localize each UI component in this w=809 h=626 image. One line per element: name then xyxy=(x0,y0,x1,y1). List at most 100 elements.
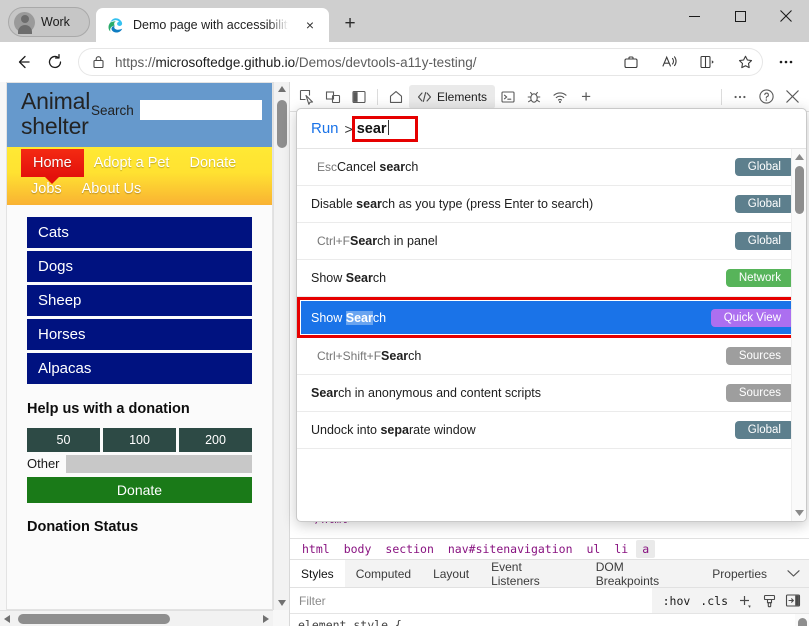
device-toggle-icon[interactable] xyxy=(320,85,346,109)
minimize-icon[interactable] xyxy=(671,0,717,32)
tab-computed[interactable]: Computed xyxy=(345,560,422,587)
command-item-disable-search-as-you-type[interactable]: Disable search as you type (press Enter … xyxy=(297,186,806,223)
amount-button-50[interactable]: 50 xyxy=(27,428,100,452)
list-item[interactable]: Horses xyxy=(27,319,252,350)
list-item[interactable]: Cats xyxy=(27,217,252,248)
scroll-left-arrow-icon[interactable] xyxy=(0,611,14,626)
home-icon[interactable] xyxy=(383,85,409,109)
horizontal-scroll-thumb[interactable] xyxy=(18,614,170,624)
command-item-undock-into-separate-window[interactable]: Undock into separate window Global xyxy=(297,412,806,449)
styles-scrollbar[interactable] xyxy=(795,614,809,626)
breadcrumb-item-li[interactable]: li xyxy=(608,540,634,558)
breadcrumb-item-body[interactable]: body xyxy=(338,540,378,558)
status-badge: Global xyxy=(735,232,794,250)
bug-icon[interactable] xyxy=(521,85,547,109)
css-rule-element-style[interactable]: element.style { xyxy=(290,617,809,626)
breadcrumb-item-nav[interactable]: nav#sitenavigation xyxy=(442,540,579,558)
hover-state-button[interactable]: :hov xyxy=(660,594,694,608)
breadcrumb-item-html[interactable]: html xyxy=(296,540,336,558)
reload-icon[interactable] xyxy=(40,47,70,77)
amount-button-200[interactable]: 200 xyxy=(179,428,252,452)
add-tab-button[interactable]: + xyxy=(573,85,599,109)
profile-button[interactable]: Work xyxy=(8,7,90,37)
close-icon[interactable] xyxy=(763,0,809,32)
breadcrumb-item-section[interactable]: section xyxy=(379,540,439,558)
command-item-show-search-quick-view[interactable]: Show Search Quick View xyxy=(297,297,806,338)
donate-button[interactable]: Donate xyxy=(27,477,252,503)
inspect-element-icon[interactable] xyxy=(294,85,320,109)
command-palette[interactable]: Run > sear Cancel search Esc Global Disa… xyxy=(296,108,807,522)
tab-properties[interactable]: Properties xyxy=(701,560,778,587)
other-amount-input[interactable] xyxy=(66,455,252,473)
edge-icon xyxy=(107,17,124,34)
text-caret xyxy=(388,120,389,135)
class-toggle-button[interactable]: .cls xyxy=(697,594,731,608)
styles-scroll-thumb[interactable] xyxy=(798,618,807,626)
browser-tab[interactable]: Demo page with accessibility issu × xyxy=(96,8,329,42)
command-item-cancel-search[interactable]: Cancel search Esc Global xyxy=(297,149,806,186)
list-item[interactable]: Dogs xyxy=(27,251,252,282)
donation-status-heading: Donation Status xyxy=(27,519,252,535)
new-tab-button[interactable]: + xyxy=(335,9,365,39)
list-item[interactable]: Sheep xyxy=(27,285,252,316)
command-item-search-anonymous-content-scripts[interactable]: Search in anonymous and content scripts … xyxy=(297,375,806,412)
scroll-right-arrow-icon[interactable] xyxy=(259,611,273,626)
tab-elements-label: Elements xyxy=(437,90,487,104)
chevron-down-icon[interactable] xyxy=(778,560,809,587)
vertical-scroll-thumb[interactable] xyxy=(277,100,287,148)
palette-scroll-thumb[interactable] xyxy=(795,166,804,214)
address-bar[interactable]: https://microsoftedge.github.io/Demos/de… xyxy=(78,48,763,76)
help-icon[interactable] xyxy=(753,85,779,109)
star-icon[interactable] xyxy=(731,49,759,75)
more-options-icon[interactable] xyxy=(727,85,753,109)
close-icon[interactable]: × xyxy=(299,14,321,36)
breadcrumb-item-ul[interactable]: ul xyxy=(581,540,607,558)
status-badge: Network xyxy=(726,269,794,287)
ellipsis-icon[interactable] xyxy=(771,47,801,77)
css-rules-list[interactable]: element.style { } #sitenavigation a { st… xyxy=(290,614,809,626)
command-item-search-in-panel[interactable]: Search in panel Ctrl+F Global xyxy=(297,223,806,260)
page-vertical-scrollbar[interactable] xyxy=(273,82,289,610)
status-badge: Global xyxy=(735,158,794,176)
breadcrumb-item-a[interactable]: a xyxy=(636,540,655,558)
filter-input[interactable]: Filter xyxy=(290,588,652,613)
collections-icon[interactable] xyxy=(617,49,645,75)
breadcrumb[interactable]: html body section nav#sitenavigation ul … xyxy=(290,538,809,560)
maximize-icon[interactable] xyxy=(717,0,763,32)
command-item-search-sources[interactable]: Search Ctrl+Shift+F Sources xyxy=(297,338,806,375)
wifi-icon[interactable] xyxy=(547,85,573,109)
scroll-down-arrow-icon[interactable] xyxy=(792,507,806,519)
tab-elements[interactable]: Elements xyxy=(409,85,495,109)
paintbrush-icon[interactable] xyxy=(759,591,779,611)
scroll-down-arrow-icon[interactable] xyxy=(274,596,290,610)
back-arrow-icon[interactable] xyxy=(8,47,38,77)
nav-link-home[interactable]: Home xyxy=(21,149,84,177)
console-icon[interactable] xyxy=(495,85,521,109)
command-palette-input[interactable]: sear xyxy=(352,116,418,142)
command-item-show-search-network[interactable]: Show Search Network xyxy=(297,260,806,297)
nav-link-adopt-a-pet[interactable]: Adopt a Pet xyxy=(84,151,180,175)
tab-styles[interactable]: Styles xyxy=(290,560,345,587)
scroll-up-arrow-icon[interactable] xyxy=(792,151,806,163)
command-palette-results[interactable]: Cancel search Esc Global Disable search … xyxy=(297,149,806,521)
page-horizontal-scrollbar[interactable] xyxy=(0,610,273,626)
tab-event-listeners[interactable]: Event Listeners xyxy=(480,560,585,587)
list-item[interactable]: Alpacas xyxy=(27,353,252,384)
new-style-rule-icon[interactable] xyxy=(735,591,755,611)
command-palette-scrollbar[interactable] xyxy=(791,149,806,521)
sidebar-toggle-icon[interactable] xyxy=(783,591,803,611)
nav-link-about-us[interactable]: About Us xyxy=(72,177,152,201)
tab-title: Demo page with accessibility issu xyxy=(133,18,290,32)
tab-dom-breakpoints[interactable]: DOM Breakpoints xyxy=(585,560,702,587)
search-input[interactable] xyxy=(140,100,262,120)
amount-button-100[interactable]: 100 xyxy=(103,428,176,452)
tab-layout[interactable]: Layout xyxy=(422,560,480,587)
immersive-reader-icon[interactable] xyxy=(693,49,721,75)
scroll-up-arrow-icon[interactable] xyxy=(274,82,290,96)
command-item-label: Show Search xyxy=(311,271,716,285)
site-title: Animal shelter xyxy=(21,89,95,139)
close-devtools-icon[interactable] xyxy=(779,85,805,109)
nav-link-donate[interactable]: Donate xyxy=(179,151,246,175)
read-aloud-icon[interactable] xyxy=(655,49,683,75)
dock-panel-icon[interactable] xyxy=(346,85,372,109)
